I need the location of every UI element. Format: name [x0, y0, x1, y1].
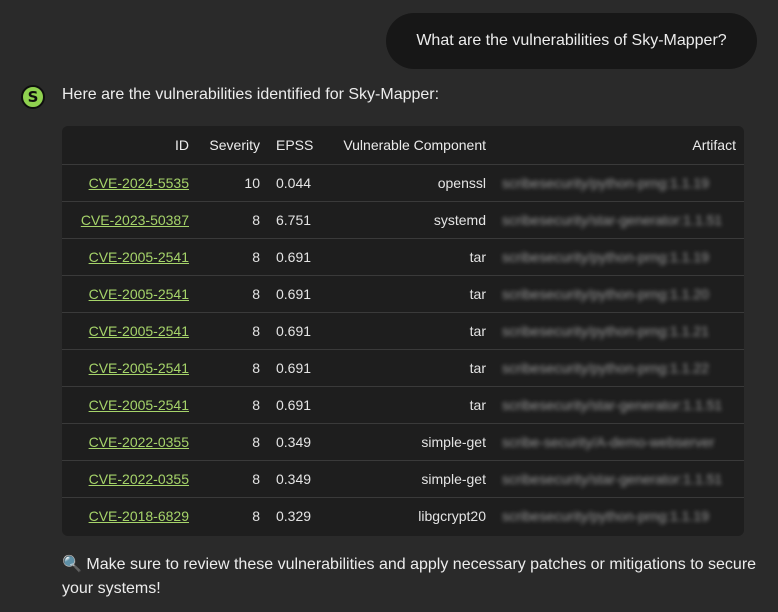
user-message-bubble: What are the vulnerabilities of Sky-Mapp… [386, 13, 757, 69]
cve-link[interactable]: CVE-2022-0355 [89, 471, 189, 487]
artifact-blurred-text: scribesecurity/python-prng:1.1.19 [502, 248, 709, 265]
cve-link[interactable]: CVE-2022-0355 [89, 434, 189, 450]
artifact-blurred-text: scribesecurity/python-prng:1.1.21 [502, 322, 709, 339]
epss-cell: 0.691 [268, 237, 323, 275]
severity-cell: 8 [197, 348, 268, 386]
artifact-cell: scribesecurity/python-prng:1.1.22 [494, 348, 744, 386]
cve-link[interactable]: CVE-2005-2541 [89, 397, 189, 413]
epss-cell: 0.691 [268, 385, 323, 423]
table-row: CVE-2005-2541 8 0.691 tar scribesecurity/pyt… [62, 311, 744, 349]
magnifying-glass-icon: 🔍 [62, 554, 82, 573]
severity-cell: 8 [197, 200, 268, 238]
epss-cell: 0.691 [268, 274, 323, 312]
table-row: CVE-2024-5535 10 0.044 openssl scribesecurit… [62, 164, 744, 201]
header-severity: Severity [197, 126, 268, 165]
epss-cell: 0.349 [268, 422, 323, 460]
component-cell: simple-get [323, 459, 494, 497]
header-id: ID [62, 126, 197, 165]
artifact-cell: scribesecurity/python-prng:1.1.20 [494, 274, 744, 312]
component-cell: tar [323, 274, 494, 312]
component-cell: openssl [437, 174, 486, 191]
cve-link[interactable]: CVE-2005-2541 [89, 323, 189, 339]
cve-link[interactable]: CVE-2018-6829 [89, 508, 189, 524]
component-cell: tar [323, 348, 494, 386]
artifact-cell: scribesecurity/python-prng:1.1.19 [494, 496, 744, 534]
artifact-blurred-text: scribesecurity/star-generator:1.1.51 [502, 396, 723, 413]
cve-id-cell: CVE-2005-2541 [62, 385, 197, 423]
table-header-row: ID Severity EPSS Vulnerable Component Ar… [62, 126, 744, 165]
severity-cell: 8 [197, 311, 268, 349]
assistant-footer-text: 🔍 Make sure to review these vulnerabilit… [62, 554, 757, 597]
epss-cell: 0.329 [268, 496, 323, 534]
user-message-text: What are the vulnerabilities of Sky-Mapp… [416, 32, 727, 49]
vulnerabilities-table: ID Severity EPSS Vulnerable Component Ar… [62, 126, 744, 536]
cve-id-cell: CVE-2018-6829 [62, 496, 197, 534]
epss-cell: 0.691 [268, 348, 323, 386]
severity-cell: 8 [197, 385, 268, 423]
table-row: CVE-2005-2541 8 0.691 tar scribesecurity/pyt… [62, 274, 744, 312]
artifact-cell: scribe-security/A-demo-webserver [494, 422, 744, 460]
component-cell: simple-get [323, 422, 494, 460]
cve-id-cell: CVE-2022-0355 [62, 422, 197, 460]
severity-cell: 8 [197, 459, 268, 497]
artifact-cell: scribesecurity/python-prng:1.1.21 [494, 311, 744, 349]
epss-cell: 0.349 [268, 459, 323, 497]
header-epss: EPSS [268, 126, 323, 165]
cve-id-cell: CVE-2023-50387 [62, 200, 197, 238]
artifact-blurred-text: scribesecurity/python-prng:1.1.19 [502, 174, 709, 191]
artifact-blurred-text: scribesecurity/python-prng:1.1.19 [502, 507, 709, 524]
artifact-cell: scribesecurity/star-generator:1.1.51 [494, 459, 744, 497]
cve-link[interactable]: CVE-2005-2541 [89, 286, 189, 302]
artifact-cell: scribesecurity/python-prng:1.1.19 [494, 164, 744, 201]
header-artifact: Artifact [494, 126, 744, 165]
cve-id-cell: CVE-2005-2541 [62, 348, 197, 386]
epss-cell: 6.751 [268, 200, 323, 238]
component-cell: tar [323, 311, 494, 349]
table-row: CVE-2005-2541 8 0.691 tar scribesecurity/sta… [62, 385, 744, 423]
cve-link[interactable]: CVE-2024-5535 [89, 175, 189, 191]
cve-id-cell: CVE-2024-5535 [62, 164, 197, 201]
table-row: CVE-2005-2541 8 0.691 tar scribesecurity/pyt… [62, 348, 744, 386]
table-row: CVE-2018-6829 8 0.329 libgcrypt20 scribesecu… [62, 496, 744, 534]
epss-cell: 0.691 [268, 311, 323, 349]
table-row: CVE-2022-0355 8 0.349 simple-get scribe-secu… [62, 422, 744, 460]
artifact-cell: scribesecurity/star-generator:1.1.51 [494, 385, 744, 423]
table-row: CVE-2005-2541 8 0.691 tar scribesecurity/pyt… [62, 237, 744, 275]
artifact-blurred-text: scribesecurity/python-prng:1.1.20 [502, 285, 709, 302]
artifact-blurred-text: scribe-security/A-demo-webserver [502, 433, 715, 450]
severity-cell: 8 [197, 422, 268, 460]
cve-id-cell: CVE-2005-2541 [62, 237, 197, 275]
cve-link[interactable]: CVE-2005-2541 [89, 360, 189, 376]
cve-link[interactable]: CVE-2005-2541 [89, 249, 189, 265]
component-cell: systemd [323, 200, 494, 238]
assistant-intro-text: Here are the vulnerabilities identified … [62, 86, 440, 103]
component-cell: libgcrypt20 [323, 496, 494, 534]
artifact-cell: scribesecurity/star-generator:1.1.51 [494, 200, 744, 238]
artifact-blurred-text: scribesecurity/star-generator:1.1.51 [502, 211, 723, 228]
severity-cell: 8 [197, 274, 268, 312]
cve-link[interactable]: CVE-2023-50387 [81, 212, 189, 228]
table-row: CVE-2022-0355 8 0.349 simple-get scribesecur… [62, 459, 744, 497]
severity-cell: 8 [197, 237, 268, 275]
severity-cell: 8 [197, 496, 268, 534]
component-cell: tar [323, 237, 494, 275]
artifact-blurred-text: scribesecurity/star-generator:1.1.51 [502, 470, 723, 487]
epss-cell: 0.044 [276, 174, 312, 191]
cve-id-cell: CVE-2005-2541 [62, 311, 197, 349]
cve-id-cell: CVE-2022-0355 [62, 459, 197, 497]
artifact-cell: scribesecurity/python-prng:1.1.19 [494, 237, 744, 275]
severity-cell: 10 [244, 174, 260, 191]
header-vulnerable-component: Vulnerable Component [323, 126, 494, 165]
artifact-blurred-text: scribesecurity/python-prng:1.1.22 [502, 359, 709, 376]
cve-id-cell: CVE-2005-2541 [62, 274, 197, 312]
table-row: CVE-2023-50387 8 6.751 systemd scribesecurit… [62, 200, 744, 238]
component-cell: tar [323, 385, 494, 423]
assistant-avatar-icon: S [21, 85, 45, 109]
